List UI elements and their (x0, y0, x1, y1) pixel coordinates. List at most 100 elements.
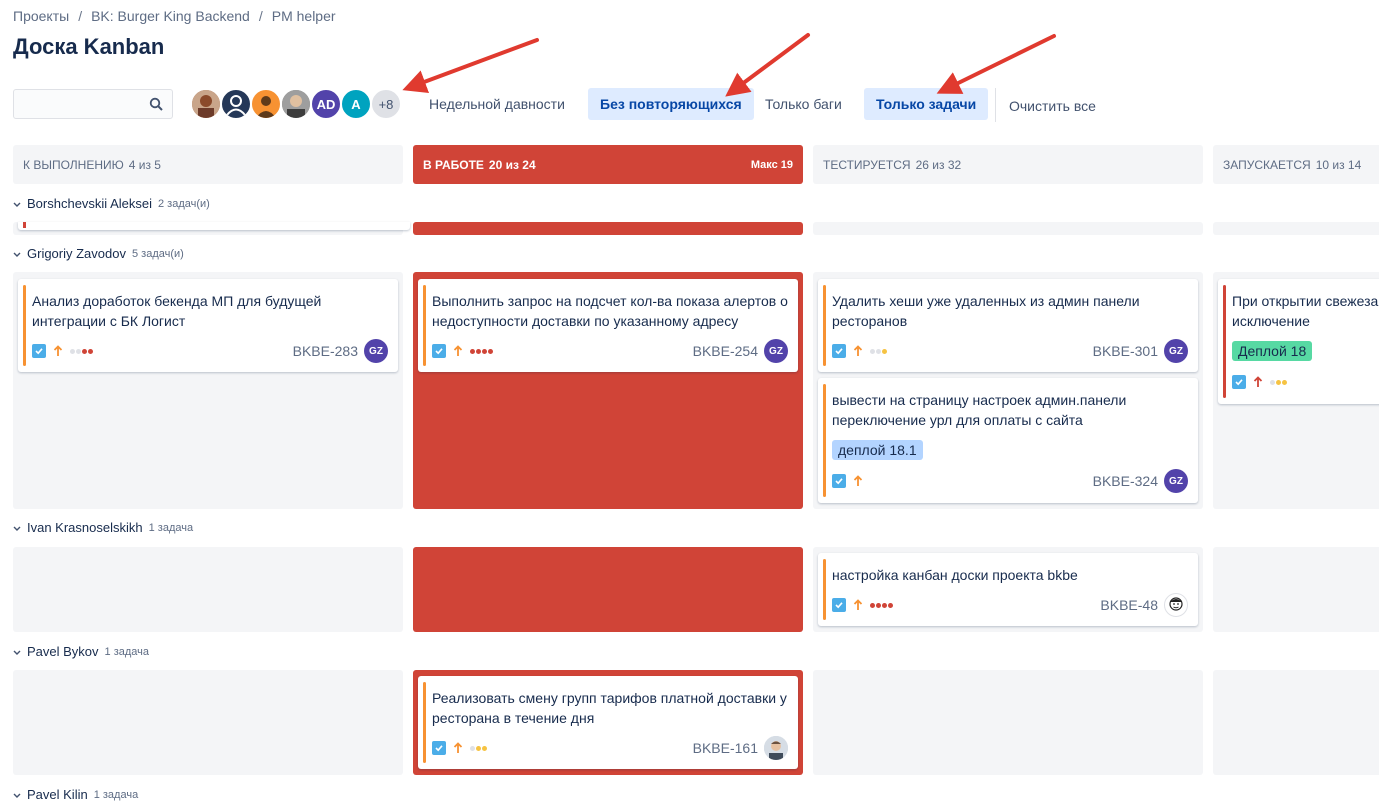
issue-card[interactable]: вывести на страницу настроек админ.панел… (818, 378, 1198, 503)
card-priority-bar (1223, 285, 1226, 398)
breadcrumb-project[interactable]: BK: Burger King Backend (91, 8, 250, 24)
issue-key[interactable]: BKBE-301 (1093, 343, 1158, 359)
card-priority-bar (823, 285, 826, 366)
breadcrumb-board[interactable]: PM helper (272, 8, 336, 24)
issue-card[interactable]: При открытии свежезаказа исключение Депл… (1218, 279, 1379, 404)
search-box[interactable] (13, 89, 173, 119)
estimate-dots-icon (470, 348, 493, 354)
card-summary: Реализовать смену групп тарифов платной … (432, 690, 787, 726)
arrow-to-tasks-only (936, 34, 1056, 94)
avatar-user-2[interactable] (280, 88, 312, 120)
breadcrumb-projects[interactable]: Проекты (13, 8, 69, 24)
swimlane-header[interactable]: Grigoriy Zavodov 5 задач(и) (13, 246, 184, 261)
priority-high-icon (853, 345, 863, 357)
column-header-todo[interactable]: К выполнению 4 из 5 (13, 145, 403, 184)
card-footer: BKBE-324 GZ (832, 469, 1188, 493)
assignee-avatar[interactable]: GZ (764, 339, 788, 363)
filter-weekly[interactable]: Недельной давности (417, 88, 577, 120)
assignee-avatar[interactable]: GZ (364, 339, 388, 363)
card-priority-bar (423, 285, 426, 366)
swimlane-name: Borshchevskii Aleksei (27, 196, 152, 211)
column-count: 20 из 24 (488, 157, 536, 172)
card-priority-bar (23, 285, 26, 366)
issue-card[interactable]: Реализовать смену групп тарифов платной … (418, 676, 798, 769)
issue-key[interactable]: BKBE-161 (693, 740, 758, 756)
task-type-icon (832, 598, 846, 612)
task-type-icon (432, 344, 446, 358)
chevron-down-icon[interactable] (13, 246, 21, 261)
issue-key[interactable]: BKBE-254 (693, 343, 758, 359)
swimlane-header[interactable]: Borshchevskii Aleksei 2 задач(и) (13, 196, 210, 211)
issue-card[interactable]: Выполнить запрос на подсчет кол-ва показ… (418, 279, 798, 372)
task-type-icon (832, 344, 846, 358)
issue-key[interactable]: BKBE-48 (1100, 597, 1158, 613)
search-input[interactable] (14, 90, 144, 118)
chevron-down-icon[interactable] (13, 787, 21, 802)
board-cell (13, 547, 403, 632)
issue-key[interactable]: BKBE-324 (1093, 473, 1158, 489)
estimate-dots-icon (470, 745, 487, 751)
filter-no-recurring[interactable]: Без повторяющихся (588, 88, 754, 120)
column-header-testing[interactable]: Тестируется 26 из 32 (813, 145, 1203, 184)
page-title: Доска Kanban (13, 34, 165, 59)
board-cell (13, 222, 410, 235)
priority-high-icon (853, 599, 863, 611)
assignee-avatar[interactable]: GZ (1164, 469, 1188, 493)
avatar-more[interactable]: +8 (370, 88, 402, 120)
column-title: В работе (423, 157, 484, 172)
issue-card[interactable]: настройка канбан доски проекта bkbe BKBE… (818, 553, 1198, 626)
chevron-down-icon[interactable] (13, 196, 21, 211)
chevron-down-icon[interactable] (13, 644, 21, 659)
card-summary: вывести на страницу настроек админ.панел… (832, 392, 1127, 428)
breadcrumb-separator: / (78, 8, 83, 24)
swimlane-header[interactable]: Pavel Bykov 1 задача (13, 644, 149, 659)
clear-all-button[interactable]: Очистить все (997, 90, 1108, 122)
card-summary: При открытии свежезаказа исключение (1232, 293, 1379, 329)
card-summary: настройка канбан доски проекта bkbe (832, 567, 1078, 583)
avatar-user-orange[interactable] (250, 88, 282, 120)
card-footer: BKBE-254 GZ (432, 339, 788, 363)
issue-card[interactable]: Анализ доработок бекенда МП для будущей … (18, 279, 398, 372)
swimlane-name: Pavel Kilin (27, 787, 88, 802)
card-partial[interactable] (18, 222, 410, 230)
column-count: 4 из 5 (128, 157, 161, 172)
issue-card[interactable]: Удалить хеши уже удаленных из админ пане… (818, 279, 1198, 372)
card-priority-bar (823, 384, 826, 497)
board-cell-over (413, 547, 803, 632)
swimlane-header[interactable]: Ivan Krasnoselskikh 1 задача (13, 520, 193, 535)
assignee-avatar[interactable] (764, 736, 788, 760)
board-cell (1213, 547, 1379, 632)
column-title: К выполнению (23, 157, 124, 172)
assignee-avatar[interactable]: GZ (1164, 339, 1188, 363)
filter-bugs-only[interactable]: Только баги (753, 88, 854, 120)
task-type-icon (832, 474, 846, 488)
task-type-icon (1232, 375, 1246, 389)
search-icon[interactable] (149, 97, 163, 116)
swimlane-name: Ivan Krasnoselskikh (27, 520, 143, 535)
card-footer: BKBE-301 GZ (832, 339, 1188, 363)
priority-high-icon (53, 345, 63, 357)
card-label[interactable]: деплой 18.1 (832, 440, 923, 460)
column-header-in-progress[interactable]: В работе 20 из 24 Макс 19 (413, 145, 803, 184)
card-priority-bar (423, 682, 426, 763)
priority-highest-icon (1253, 376, 1263, 388)
issue-key[interactable]: BKBE-283 (293, 343, 358, 359)
avatar-user-default[interactable] (220, 88, 252, 120)
board-cell (813, 222, 1203, 235)
avatar-user-1[interactable] (190, 88, 222, 120)
column-count: 26 из 32 (915, 157, 962, 172)
assignee-avatar[interactable] (1164, 593, 1188, 617)
card-label[interactable]: Деплой 18 (1232, 341, 1313, 361)
card-footer (1232, 370, 1378, 394)
chevron-down-icon[interactable] (13, 520, 21, 535)
card-footer: BKBE-161 (432, 736, 788, 760)
breadcrumb-separator: / (258, 8, 263, 24)
column-header-launching[interactable]: Запускается 10 из 14 (1213, 145, 1379, 184)
filter-tasks-only[interactable]: Только задачи (864, 88, 989, 120)
user-photo-icon (764, 736, 788, 760)
swimlane-header[interactable]: Pavel Kilin 1 задача (13, 787, 138, 802)
avatar-user-ad[interactable]: AD (310, 88, 342, 120)
avatar-user-a[interactable]: A (340, 88, 372, 120)
board-cell (13, 670, 403, 775)
swimlane-count: 5 задач(и) (131, 247, 184, 260)
